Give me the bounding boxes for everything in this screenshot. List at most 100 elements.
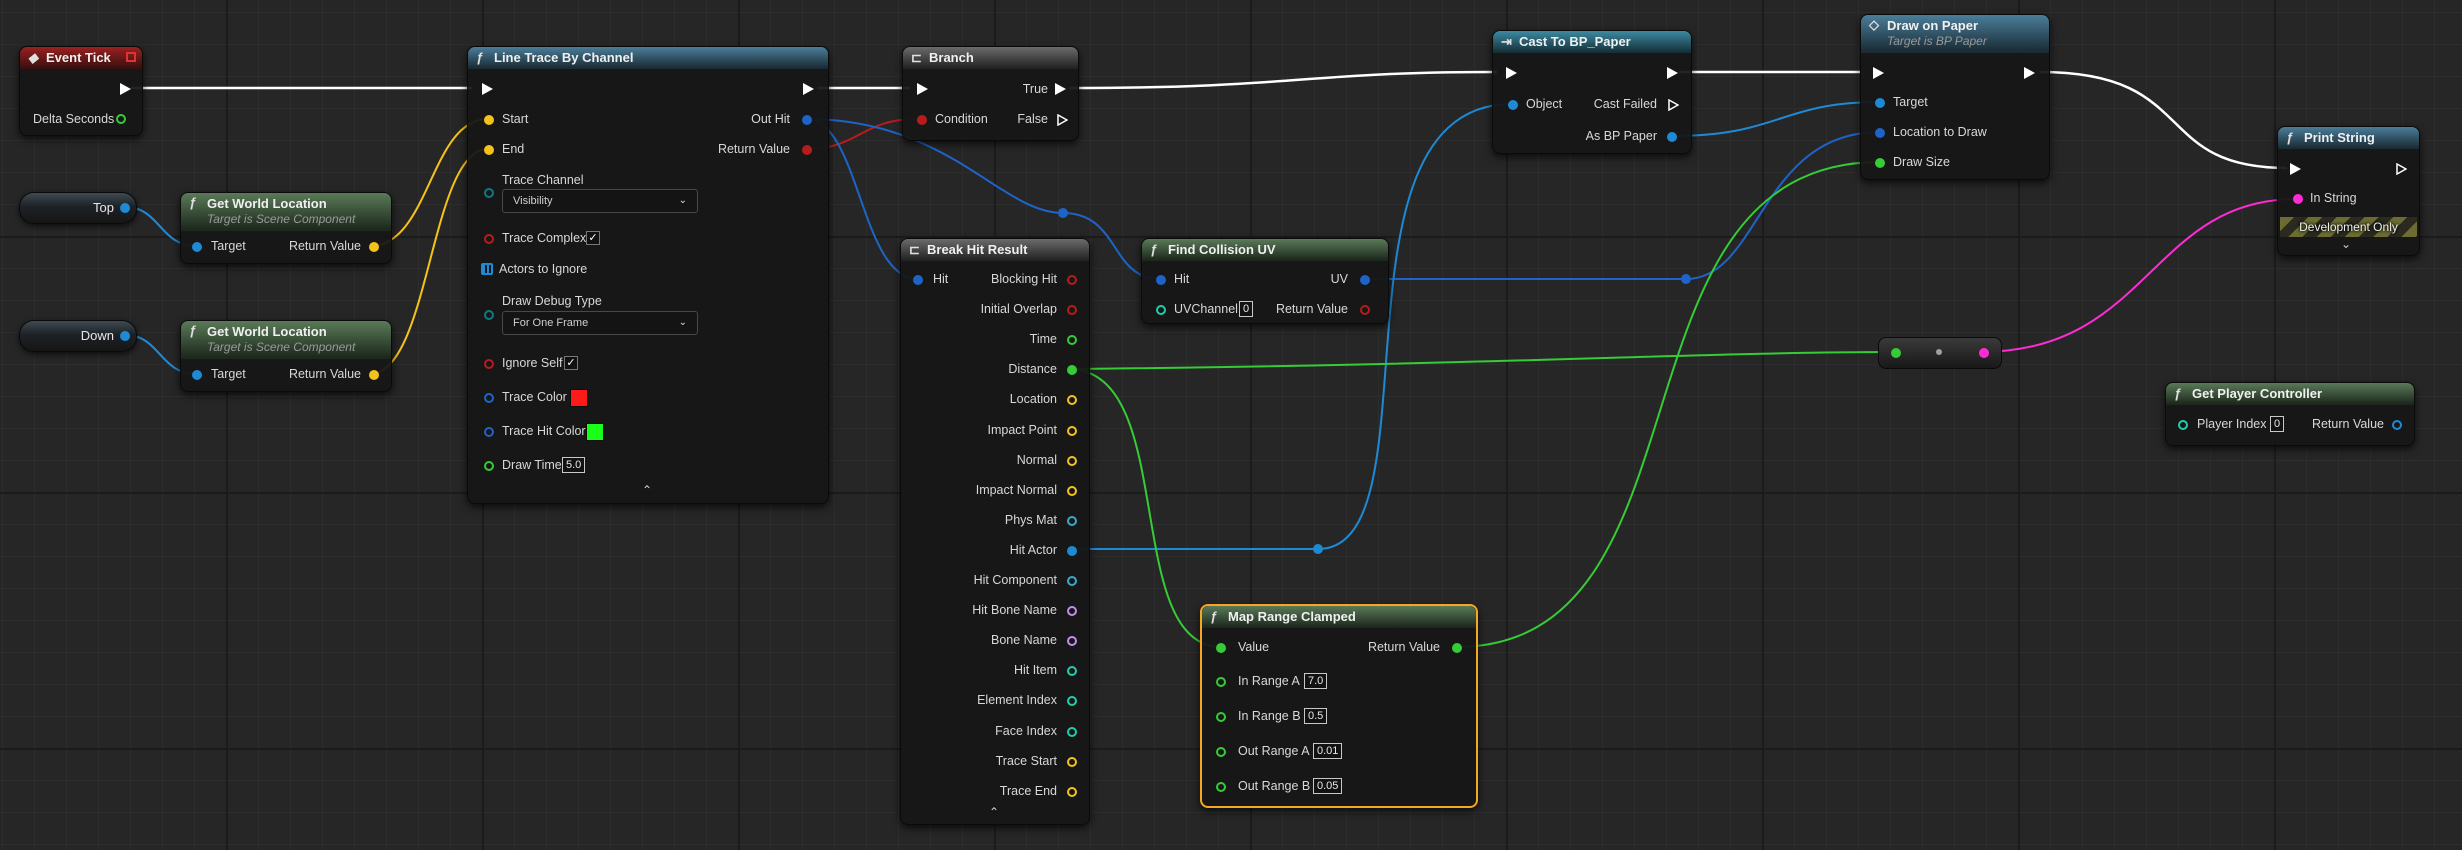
map-return-pin[interactable] [1452, 643, 1462, 653]
draw-debug-type-pin[interactable] [484, 310, 494, 320]
break-hit-output-pin[interactable] [1067, 786, 1077, 797]
break-hit-output-pin[interactable] [1067, 696, 1077, 707]
map-range-clamped-node[interactable]: ƒ Map Range Clamped Value Return Value I… [1200, 604, 1478, 808]
trace-channel-pin[interactable] [484, 188, 494, 198]
value-pin[interactable] [1216, 643, 1226, 653]
break-hit-output-pin[interactable] [1067, 275, 1077, 285]
gwl1-return-pin[interactable] [369, 242, 379, 252]
in-range-a-pin[interactable] [1216, 677, 1226, 687]
out-hit-pin[interactable] [802, 115, 812, 125]
end-pin[interactable] [484, 145, 494, 155]
event-tick-node[interactable]: ◆ Event Tick Delta Seconds [19, 46, 143, 136]
find-uv-hit-pin[interactable] [1156, 275, 1166, 285]
exec-out-pin[interactable] [120, 83, 131, 95]
as-bp-paper-pin[interactable] [1667, 132, 1677, 142]
start-pin[interactable] [484, 115, 494, 125]
get-pc-return-pin[interactable] [2392, 420, 2402, 430]
cast-exec-in-pin[interactable] [1506, 67, 1517, 79]
branch-exec-in-pin[interactable] [917, 83, 928, 95]
ignore-self-pin[interactable] [484, 359, 494, 369]
in-range-b-input[interactable]: 0.5 [1304, 708, 1328, 724]
break-hit-output-pin[interactable] [1067, 455, 1077, 466]
true-exec-pin[interactable] [1055, 83, 1066, 95]
get-world-location-node-1[interactable]: ƒ Get World Location Target is Scene Com… [180, 192, 392, 264]
break-hit-output-pin[interactable] [1067, 425, 1077, 436]
break-hit-output-pin[interactable] [1067, 365, 1077, 376]
player-index-input[interactable]: 0 [2270, 416, 2285, 432]
get-player-controller-node[interactable]: ƒ Get Player Controller Player Index 0 R… [2165, 382, 2415, 446]
trace-channel-dropdown[interactable]: Visibility ⌄ [502, 189, 698, 213]
cast-failed-exec-pin[interactable] [1668, 99, 1679, 111]
out-range-a-pin[interactable] [1216, 747, 1226, 757]
break-hit-output-pin[interactable] [1067, 485, 1077, 496]
break-hit-output-pin[interactable] [1067, 576, 1077, 586]
gwl2-target-pin[interactable] [192, 370, 202, 380]
print-exec-out-pin[interactable] [2396, 163, 2407, 175]
print-exec-in-pin[interactable] [2290, 163, 2301, 175]
trace-hit-color-swatch[interactable] [586, 423, 604, 441]
in-range-a-input[interactable]: 7.0 [1304, 673, 1328, 689]
gwl1-target-pin[interactable] [192, 242, 202, 252]
break-hit-result-node[interactable]: ⊏ Break Hit Result Hit Blocking Hit Initi… [900, 238, 1090, 825]
break-hit-output-pin[interactable] [1067, 756, 1077, 767]
find-collision-uv-node[interactable]: ƒ Find Collision UV Hit UV UVChannel 0 R… [1141, 238, 1389, 324]
line-trace-exec-out-pin[interactable] [803, 83, 814, 95]
player-index-pin[interactable] [2178, 420, 2188, 430]
array-pin-icon[interactable] [481, 263, 493, 275]
break-hit-output-pin[interactable] [1067, 545, 1077, 556]
out-range-b-input[interactable]: 0.05 [1313, 778, 1343, 794]
trace-color-swatch[interactable] [570, 389, 588, 407]
false-exec-pin[interactable] [1057, 114, 1068, 126]
in-string-pin[interactable] [2293, 194, 2303, 204]
uv-channel-pin[interactable] [1156, 305, 1166, 315]
get-world-location-node-2[interactable]: ƒ Get World Location Target is Scene Com… [180, 320, 392, 392]
conversion-node[interactable] [1878, 337, 2002, 369]
delegate-pin-icon[interactable] [126, 52, 136, 62]
delta-seconds-pin[interactable] [116, 114, 126, 124]
chevron-down-icon[interactable]: ⌄ [2341, 237, 2351, 251]
trace-complex-pin[interactable] [484, 234, 494, 244]
branch-node[interactable]: ⊏ Branch True Condition False [902, 46, 1079, 141]
return-value-pin[interactable] [802, 145, 812, 155]
gwl2-return-pin[interactable] [369, 370, 379, 380]
uv-channel-input[interactable]: 0 [1239, 301, 1254, 317]
break-hit-output-pin[interactable] [1067, 395, 1077, 406]
break-hit-input-pin[interactable] [913, 275, 923, 285]
location-to-draw-pin[interactable] [1875, 128, 1885, 138]
line-trace-by-channel-node[interactable]: ƒ Line Trace By Channel Start Out Hit En… [467, 46, 829, 504]
break-hit-output-pin[interactable] [1067, 335, 1077, 346]
draw-time-pin[interactable] [484, 461, 494, 471]
draw-time-input[interactable]: 5.0 [562, 457, 586, 473]
expand-arrow-up-icon[interactable]: ⌃ [642, 483, 652, 497]
cast-object-pin[interactable] [1508, 100, 1518, 110]
top-output-pin[interactable] [120, 203, 130, 213]
expand-arrow-up-icon[interactable]: ⌃ [989, 805, 999, 819]
down-output-pin[interactable] [120, 331, 130, 341]
ignore-self-checkbox[interactable]: ✓ [564, 356, 578, 370]
down-variable-node[interactable]: Down [19, 320, 137, 352]
break-hit-output-pin[interactable] [1067, 636, 1077, 647]
conversion-input-pin[interactable] [1891, 348, 1901, 358]
print-string-node[interactable]: ƒ Print String In String Development Onl… [2277, 126, 2420, 256]
find-uv-return-pin[interactable] [1360, 305, 1370, 315]
draw-on-paper-node[interactable]: ◇ Draw on Paper Target is BP Paper Targe… [1860, 14, 2050, 180]
draw-debug-type-dropdown[interactable]: For One Frame ⌄ [502, 311, 698, 335]
trace-color-pin[interactable] [484, 393, 494, 403]
cast-to-bp-paper-node[interactable]: ⇥ Cast To BP_Paper Object Cast Failed As… [1492, 30, 1692, 154]
out-range-b-pin[interactable] [1216, 782, 1226, 792]
break-hit-output-pin[interactable] [1067, 515, 1077, 526]
uv-output-pin[interactable] [1360, 275, 1370, 285]
out-range-a-input[interactable]: 0.01 [1313, 743, 1343, 759]
top-variable-node[interactable]: Top [19, 192, 137, 224]
line-trace-exec-in-pin[interactable] [482, 83, 493, 95]
break-hit-output-pin[interactable] [1067, 726, 1077, 737]
condition-pin[interactable] [917, 115, 927, 125]
draw-size-pin[interactable] [1875, 158, 1885, 168]
break-hit-output-pin[interactable] [1067, 606, 1077, 617]
draw-target-pin[interactable] [1875, 98, 1885, 108]
in-range-b-pin[interactable] [1216, 712, 1226, 722]
draw-exec-in-pin[interactable] [1873, 67, 1884, 79]
conversion-output-pin[interactable] [1979, 348, 1989, 358]
draw-exec-out-pin[interactable] [2024, 67, 2035, 79]
trace-complex-checkbox[interactable]: ✓ [586, 231, 600, 245]
